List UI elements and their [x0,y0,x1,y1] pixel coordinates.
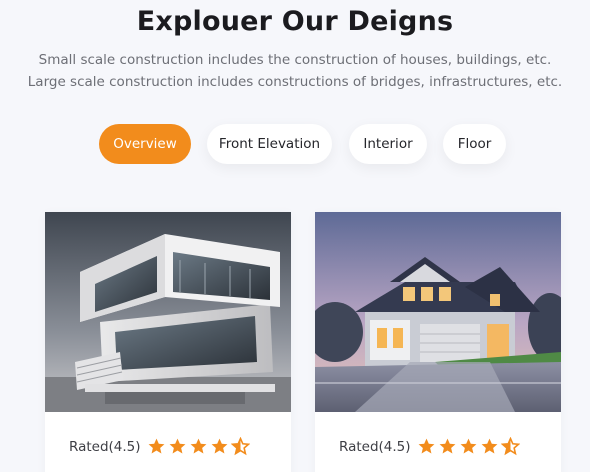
star-icon [439,438,455,454]
star-icon [190,438,206,454]
section-title: Explouer Our Deigns [136,6,454,37]
star-icon [418,438,434,454]
tab-overview[interactable]: Overview [99,124,191,164]
section-subtitle-line2: Large scale construction includes constr… [27,74,563,90]
half-star-icon [230,437,250,456]
card-rating: Rated(4.5) [339,437,520,456]
design-card[interactable]: Rated(4.5) [45,212,291,472]
tab-front-elevation[interactable]: Front Elevation [207,124,332,164]
star-icon [460,438,476,454]
suburban-house-image[interactable] [315,212,561,412]
modern-house-image[interactable] [45,212,291,412]
star-icon [169,438,185,454]
design-tabs: Overview Front Elevation Interior Floor [0,124,590,164]
design-card[interactable]: Rated(4.5) [315,212,561,472]
card-rating: Rated(4.5) [69,437,250,456]
tab-floor[interactable]: Floor [443,124,506,164]
section-subtitle-line1: Small scale construction includes the co… [38,52,552,68]
rating-label: Rated(4.5) [69,438,141,455]
star-icon [481,438,497,454]
half-star-icon [500,437,520,456]
star-icon [211,438,227,454]
design-section: Explouer Our Deigns Small scale construc… [0,0,590,472]
rating-label: Rated(4.5) [339,438,411,455]
star-icon [148,438,164,454]
tab-interior[interactable]: Interior [349,124,427,164]
